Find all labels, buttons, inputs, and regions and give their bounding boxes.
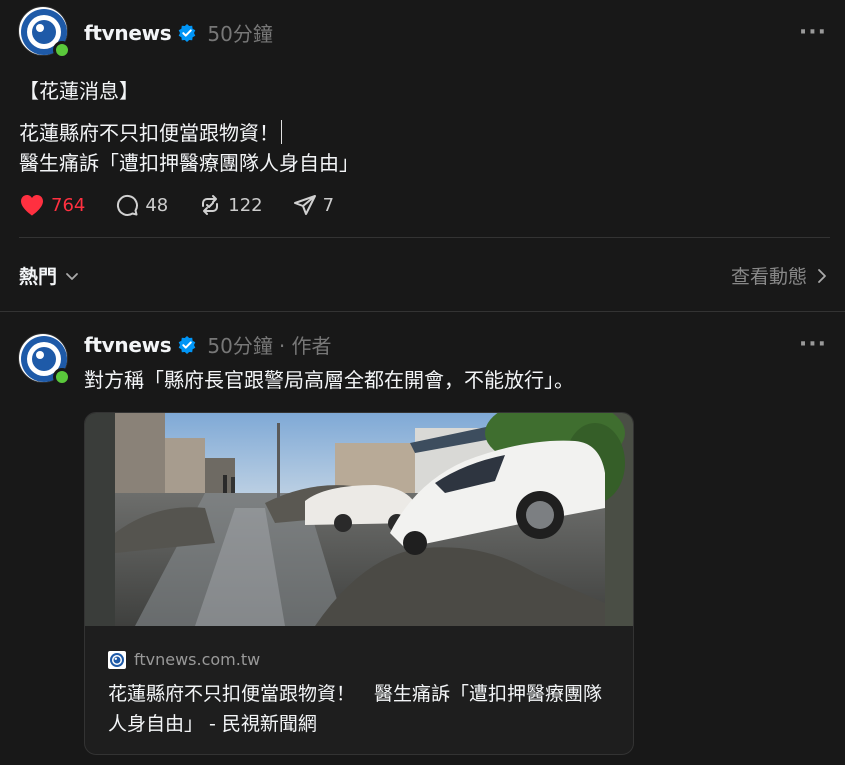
avatar[interactable]: [18, 333, 71, 386]
share-count: 7: [322, 194, 335, 216]
repost-button[interactable]: 122: [198, 193, 263, 217]
username[interactable]: ftvnews: [84, 333, 172, 357]
card-source: ftvnews.com.tw: [108, 650, 260, 669]
share-icon: [293, 195, 316, 215]
online-status-dot: [53, 41, 71, 59]
like-count: 764: [51, 194, 86, 216]
more-horizontal-icon[interactable]: ···: [799, 22, 827, 44]
post-text-line-3: 醫生痛訴「遭扣押醫療團隊人身自由」: [19, 151, 359, 175]
view-activity-link[interactable]: 查看動態: [731, 262, 827, 289]
hot-sort-dropdown[interactable]: 熱門: [19, 262, 79, 289]
username[interactable]: ftvnews: [84, 21, 172, 45]
author-tag: · 作者: [278, 334, 332, 358]
link-preview-card[interactable]: ftvnews.com.tw 花蓮縣府不只扣便當跟物資！ 醫生痛訴「遭扣押醫療團…: [84, 412, 634, 755]
post-time[interactable]: 50分鐘: [207, 18, 272, 47]
text-cursor: [281, 120, 282, 144]
verified-badge-icon: [179, 335, 196, 354]
verified-badge-icon: [179, 23, 196, 42]
heart-icon: [21, 195, 43, 216]
card-title: 花蓮縣府不只扣便當跟物資！ 醫生痛訴「遭扣押醫療團隊人身自由」 - 民視新聞網: [108, 683, 603, 735]
card-domain: ftvnews.com.tw: [134, 650, 261, 669]
chevron-right-icon: [818, 268, 826, 283]
post-1: ftvnews 50分鐘 ··· 【花蓮消息】 花蓮縣府不只扣便當跟物資！ 醫生…: [0, 0, 845, 238]
chevron-down-icon: [66, 272, 78, 280]
post-time[interactable]: 50分鐘: [207, 330, 272, 359]
share-button[interactable]: 7: [293, 193, 334, 217]
repost-count: 122: [228, 194, 263, 216]
view-activity-label: 查看動態: [730, 266, 807, 288]
like-button[interactable]: 764: [19, 193, 85, 217]
post-text: 對方稱「縣府長官跟警局高層全都在開會，不能放行」。: [84, 368, 574, 392]
comment-button[interactable]: 48: [115, 193, 168, 217]
divider: [19, 237, 830, 238]
hot-section-header: 熱門 查看動態: [19, 262, 827, 289]
post-text-line-2-wrap: 花蓮縣府不只扣便當跟物資！: [19, 117, 282, 146]
link-preview-image: [85, 413, 633, 626]
ftvnews-favicon-icon: [108, 650, 126, 669]
flood-street-photo: [85, 413, 633, 626]
more-horizontal-icon[interactable]: ···: [799, 334, 827, 356]
comment-count: 48: [145, 194, 169, 216]
comment-icon: [117, 194, 139, 216]
avatar[interactable]: [18, 6, 71, 59]
repost-icon: [202, 195, 219, 215]
post-text-line-1: 【花蓮消息】: [19, 79, 139, 103]
post-text-line-2: 花蓮縣府不只扣便當跟物資！: [19, 121, 279, 145]
online-status-dot: [53, 368, 71, 386]
action-bar: 764 48 122 7: [19, 193, 364, 217]
hot-label: 熱門: [19, 266, 58, 288]
